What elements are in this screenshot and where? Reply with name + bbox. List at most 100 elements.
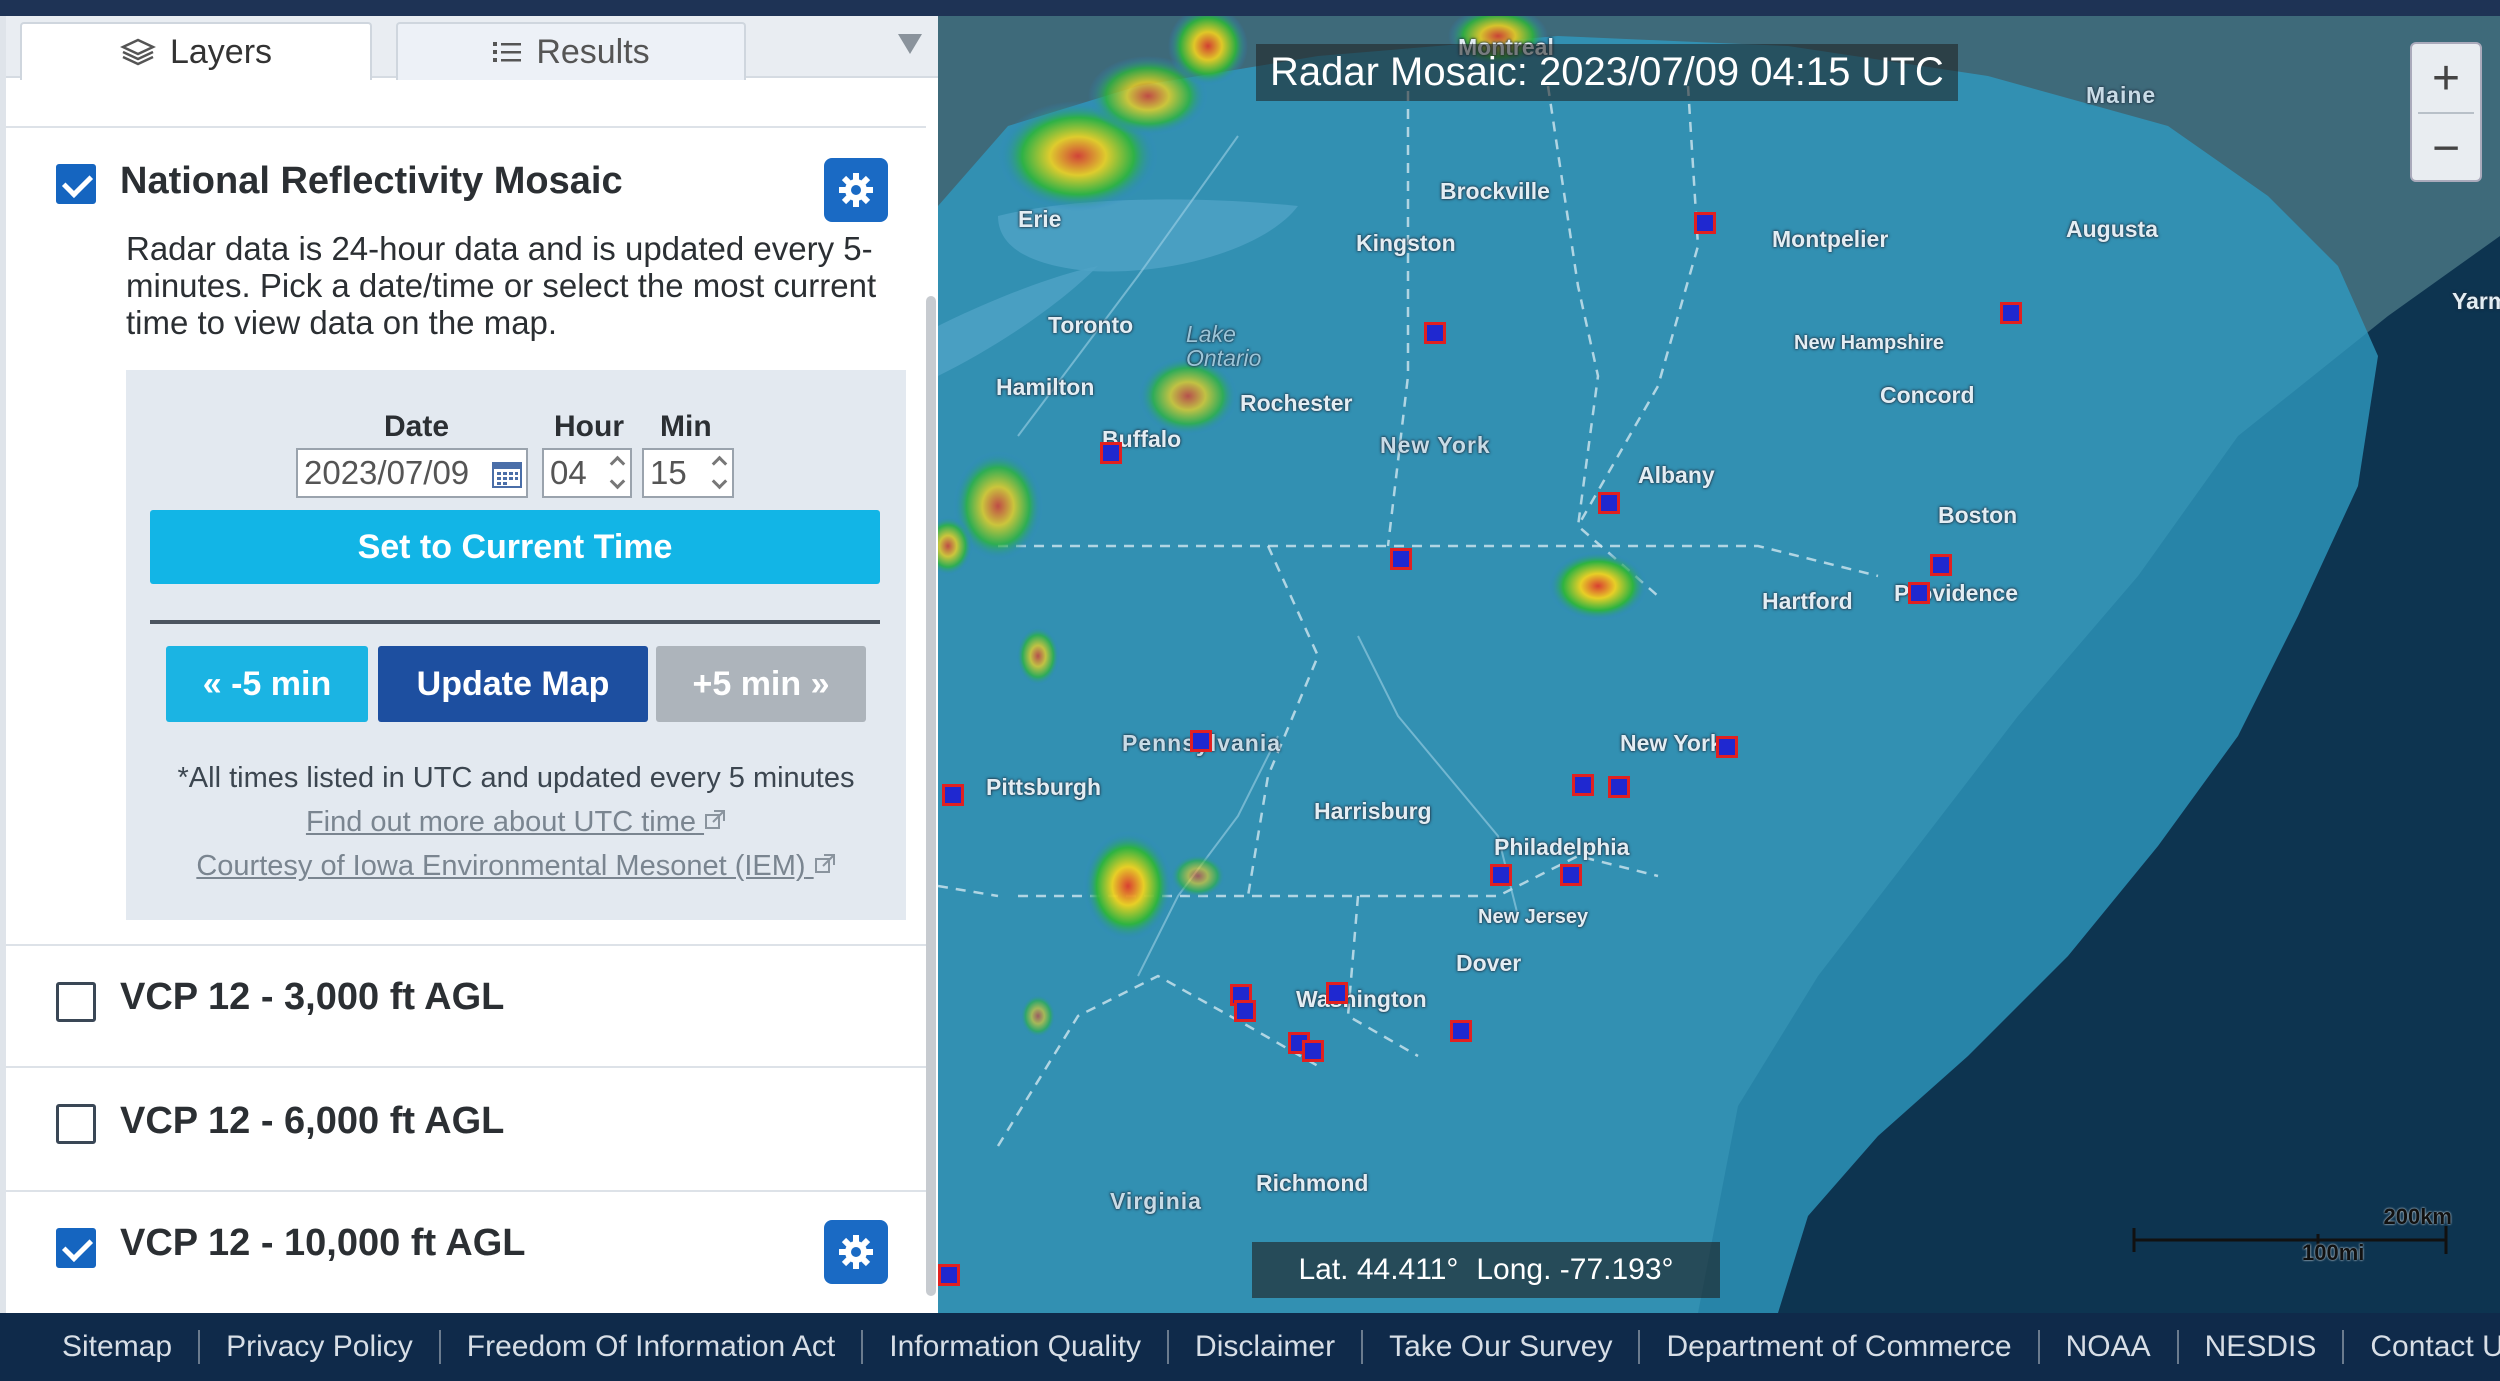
external-link-icon (814, 854, 835, 873)
radar-site-marker[interactable] (2000, 302, 2022, 324)
update-map-button[interactable]: Update Map (378, 646, 648, 722)
footer-link-noaa[interactable]: NOAA (2040, 1330, 2179, 1364)
gear-icon (839, 173, 873, 207)
map-basemap (938, 16, 2500, 1313)
radar-site-marker[interactable] (1234, 1000, 1256, 1022)
top-strip (0, 0, 2500, 16)
city-label: Erie (1018, 206, 1062, 232)
calendar-icon[interactable] (492, 460, 522, 488)
divider (6, 1066, 926, 1068)
layer-mosaic-description: Radar data is 24-hour data and is update… (126, 230, 877, 341)
utc-info-link-text: Find out more about UTC time (305, 806, 696, 838)
city-label: Augusta (2066, 216, 2158, 242)
scale-mi-label: 100mi (2302, 1240, 2365, 1265)
radar-site-marker[interactable] (1716, 736, 1738, 758)
city-label: Pittsburgh (986, 774, 1101, 800)
divider (150, 620, 880, 624)
iem-credit-link[interactable]: Courtesy of Iowa Environmental Mesonet (… (126, 850, 906, 883)
radar-site-marker[interactable] (1572, 774, 1594, 796)
radar-site-marker[interactable] (1302, 1040, 1324, 1062)
layer-vcp-6000-checkbox[interactable] (56, 1104, 96, 1144)
footer-link-foia[interactable]: Freedom Of Information Act (441, 1330, 864, 1364)
footer-link-sitemap[interactable]: Sitemap (36, 1330, 201, 1364)
cursor-coordinates: Lat. 44.411° Long. -77.193° (1252, 1242, 1720, 1298)
layer-vcp-10000-settings-button[interactable] (824, 1220, 888, 1284)
footer: Sitemap Privacy Policy Freedom Of Inform… (0, 1313, 2500, 1381)
min-label: Min (660, 410, 712, 443)
city-label: Philadelphia (1494, 834, 1630, 860)
minus-5-min-button[interactable]: « -5 min (166, 646, 368, 722)
collapse-panel-icon[interactable] (898, 34, 922, 54)
radar-site-marker[interactable] (1390, 548, 1412, 570)
latitude-readout: Lat. 44.411° (1298, 1253, 1459, 1286)
layer-mosaic-title: National Reflectivity Mosaic (120, 160, 623, 202)
radar-map[interactable]: Brockville Kingston Montpelier Augusta T… (938, 16, 2500, 1313)
radar-site-marker[interactable] (942, 784, 964, 806)
min-value: 15 (650, 454, 687, 491)
min-stepper[interactable]: 15 (642, 448, 734, 498)
layer-mosaic-checkbox[interactable] (56, 164, 96, 204)
state-label: New Hampshire (1794, 332, 1945, 354)
radar-site-marker[interactable] (1908, 582, 1930, 604)
radar-site-marker[interactable] (1694, 212, 1716, 234)
layer-mosaic-settings-button[interactable] (824, 158, 888, 222)
time-selector-box: Date Hour Min 2023/07/09 04 15 Set to Cu… (126, 370, 906, 920)
radar-site-marker[interactable] (1598, 492, 1620, 514)
city-label: Toronto (1048, 312, 1134, 338)
state-label: New York (1380, 432, 1491, 458)
longitude-readout: Long. -77.193° (1476, 1253, 1674, 1286)
date-input[interactable]: 2023/07/09 (296, 448, 528, 498)
radar-site-marker[interactable] (1930, 554, 1952, 576)
radar-site-marker[interactable] (938, 1264, 960, 1286)
date-value: 2023/07/09 (304, 454, 470, 491)
map-title: Radar Mosaic: 2023/07/09 04:15 UTC (1256, 44, 1958, 101)
radar-site-marker[interactable] (1608, 776, 1630, 798)
radar-site-marker[interactable] (1560, 864, 1582, 886)
footer-link-commerce[interactable]: Department of Commerce (1640, 1330, 2040, 1364)
zoom-in-button[interactable]: + (2412, 44, 2480, 112)
city-label: Concord (1880, 382, 1975, 408)
set-current-time-button[interactable]: Set to Current Time (150, 510, 880, 584)
date-label: Date (384, 410, 450, 443)
tab-layers-label: Layers (169, 32, 273, 71)
radar-site-marker[interactable] (1190, 730, 1212, 752)
external-link-icon (705, 810, 726, 829)
layer-vcp-10000-checkbox[interactable] (56, 1228, 96, 1268)
footer-link-contact[interactable]: Contact Us (2344, 1330, 2500, 1364)
panel-scrollbar[interactable] (926, 296, 936, 1296)
zoom-out-button[interactable]: − (2412, 114, 2480, 182)
footer-link-disclaimer[interactable]: Disclaimer (1169, 1330, 1364, 1364)
layer-vcp-6000-title: VCP 12 - 6,000 ft AGL (120, 1100, 505, 1142)
plus-5-min-button[interactable]: +5 min » (656, 646, 866, 722)
footer-link-nesdis[interactable]: NESDIS (2179, 1330, 2345, 1364)
hour-spin-icon[interactable] (612, 458, 626, 490)
scale-km-label: 200km (2383, 1204, 2452, 1229)
city-label: Montpelier (1772, 226, 1889, 252)
layer-vcp-3000-title: VCP 12 - 3,000 ft AGL (120, 976, 505, 1018)
layer-vcp-3000-checkbox[interactable] (56, 982, 96, 1022)
lake-label: Lake Ontario (1186, 321, 1262, 371)
tab-results[interactable]: Results (396, 22, 746, 80)
utc-note: *All times listed in UTC and updated eve… (177, 762, 855, 794)
hour-stepper[interactable]: 04 (542, 448, 632, 498)
tab-layers[interactable]: Layers (20, 22, 372, 80)
radar-site-marker[interactable] (1424, 322, 1446, 344)
footer-link-survey[interactable]: Take Our Survey (1363, 1330, 1641, 1364)
divider (6, 1190, 926, 1192)
layer-vcp-10000-title: VCP 12 - 10,000 ft AGL (120, 1222, 526, 1264)
layers-panel: Layers Results National Reflectivity Mos… (0, 16, 938, 1313)
city-label: Dover (1456, 950, 1522, 976)
min-spin-icon[interactable] (714, 458, 728, 490)
footer-link-information-quality[interactable]: Information Quality (863, 1330, 1170, 1364)
utc-info-link[interactable]: Find out more about UTC time (126, 806, 906, 839)
city-label: Rochester (1240, 390, 1353, 416)
radar-site-marker[interactable] (1100, 442, 1122, 464)
radar-site-marker[interactable] (1326, 982, 1348, 1004)
state-label: New Jersey (1478, 906, 1589, 928)
footer-link-privacy[interactable]: Privacy Policy (200, 1330, 441, 1364)
radar-site-marker[interactable] (1450, 1020, 1472, 1042)
city-label: Kingston (1356, 230, 1456, 256)
radar-site-marker[interactable] (1490, 864, 1512, 886)
zoom-control: + − (2410, 42, 2482, 182)
divider (6, 126, 926, 128)
